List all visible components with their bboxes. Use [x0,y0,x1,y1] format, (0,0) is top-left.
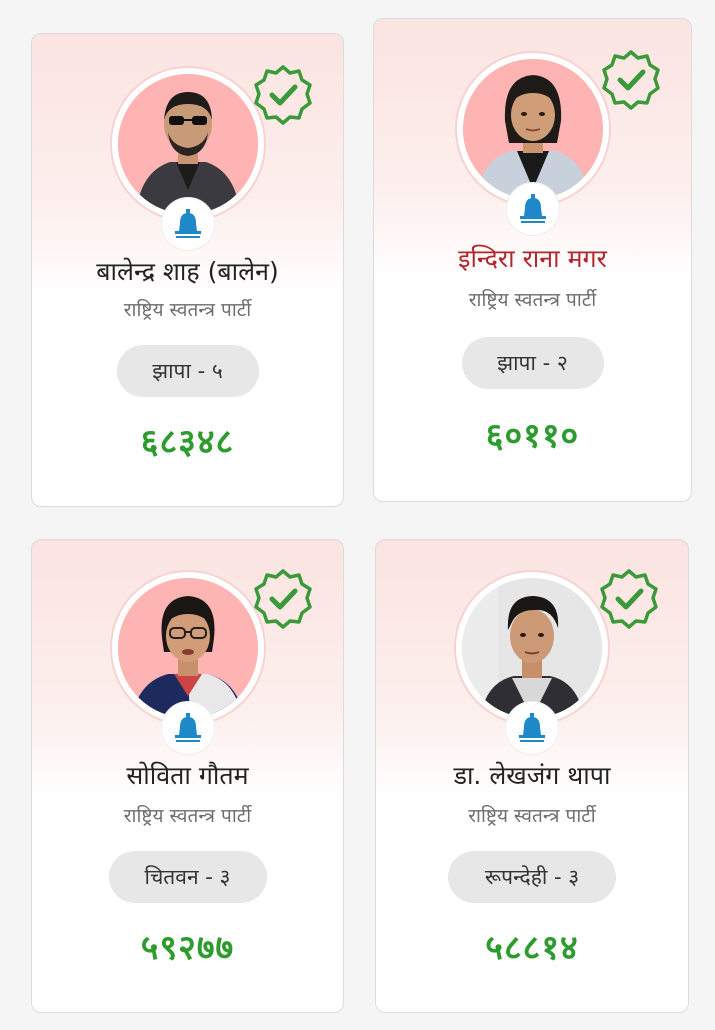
candidate-name: सोविता गौतम [126,761,249,790]
person-photo [462,59,603,199]
constituency-badge: चितवन - ३ [108,851,267,903]
candidate-card[interactable]: बालेन्द्र शाह (बालेन) राष्ट्रिय स्वतन्त्… [31,33,344,507]
vote-count: ५८८१४ [485,928,579,968]
candidate-card[interactable]: डा. लेखजंग थापा राष्ट्रिय स्वतन्त्र पार्… [375,539,689,1013]
candidate-name: बालेन्द्र शाह (बालेन) [96,257,279,286]
vote-count: ६०११० [485,416,580,456]
person-photo [462,578,602,718]
verified-check-badge-icon [602,50,660,110]
constituency-badge: झापा - ५ [116,345,259,397]
candidate-name: इन्दिरा राना मगर [458,244,607,273]
person-photo [117,578,258,718]
party-name: राष्ट्रिय स्वतन्त्र पार्टी [123,805,252,827]
candidate-card[interactable]: सोविता गौतम राष्ट्रिय स्वतन्त्र पार्टी च… [31,539,344,1013]
bell-icon [174,713,201,742]
constituency-badge: रूपन्देही - ३ [448,851,616,903]
party-name: राष्ट्रिय स्वतन्त्र पार्टी [468,289,597,311]
bell-icon [174,209,201,238]
vote-count: ६८३४८ [140,422,235,462]
bell-icon [519,713,545,742]
party-name: राष्ट्रिय स्वतन्त्र पार्टी [468,805,596,827]
bell-icon [519,194,546,223]
candidate-name: डा. लेखजंग थापा [453,761,611,790]
party-symbol-badge [506,183,559,235]
party-symbol-badge [161,198,214,250]
candidate-card[interactable]: इन्दिरा राना मगर राष्ट्रिय स्वतन्त्र पार… [373,18,692,502]
verified-check-badge-icon [254,65,312,125]
person-photo [117,74,258,214]
vote-count: ५९२७७ [140,928,235,968]
party-symbol-badge [161,702,214,754]
verified-check-badge-icon [600,569,658,629]
party-symbol-badge [506,702,558,754]
party-name: राष्ट्रिय स्वतन्त्र पार्टी [123,299,252,321]
verified-check-badge-icon [254,569,312,629]
constituency-badge: झापा - २ [461,337,604,389]
